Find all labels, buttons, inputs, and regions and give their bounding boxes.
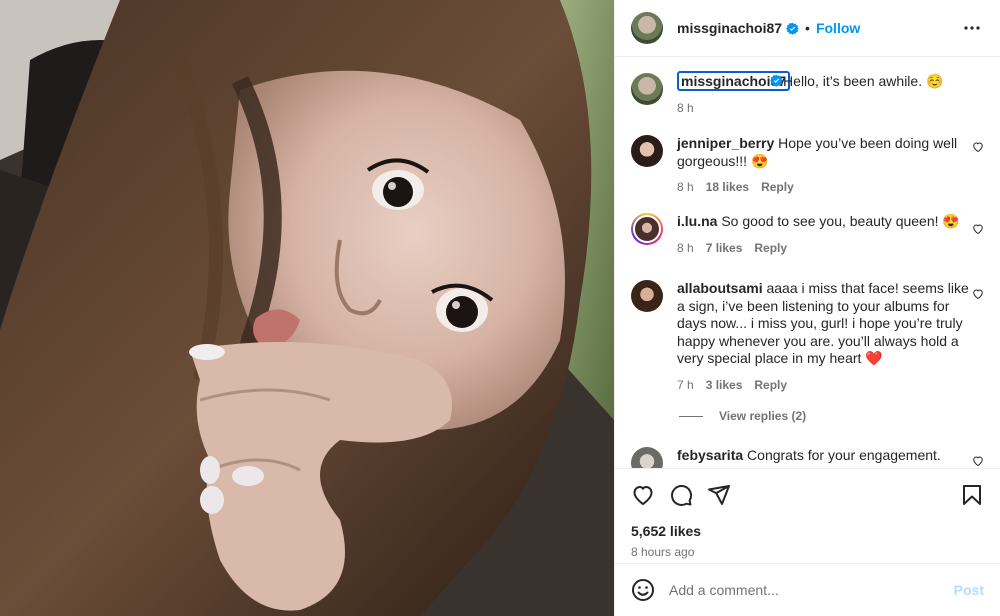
heart-icon[interactable] — [631, 483, 655, 507]
comment-icon[interactable] — [669, 483, 693, 507]
reply-button[interactable]: Reply — [761, 179, 794, 197]
comment-item: allaboutsami aaaa i miss that face! seem… — [631, 280, 984, 394]
separator-dot: • — [805, 20, 810, 36]
commenter-avatar[interactable] — [631, 447, 663, 468]
follow-button[interactable]: Follow — [816, 20, 860, 36]
comment-likes[interactable]: 18 likes — [706, 179, 749, 197]
author-username[interactable]: missginachoi87 — [677, 20, 782, 36]
view-replies-label: View replies (2) — [719, 409, 807, 423]
emoji-icon[interactable] — [631, 578, 655, 602]
comment-text: Congrats for your engagement. — [747, 447, 941, 463]
comment-username[interactable]: febysarita — [677, 447, 743, 463]
commenter-avatar[interactable] — [631, 135, 663, 167]
comment-username[interactable]: i.lu.na — [677, 213, 717, 229]
post-actions: 5,652 likes 8 hours ago — [615, 468, 1000, 559]
comment-time[interactable]: 8 h — [677, 179, 694, 197]
comment-time[interactable]: 8 h — [677, 240, 694, 258]
caption-text: Hello, it’s been awhile. ☺️ — [783, 73, 944, 89]
post-timestamp[interactable]: 8 hours ago — [631, 545, 984, 559]
share-icon[interactable] — [707, 483, 731, 507]
reply-button[interactable]: Reply — [754, 377, 787, 395]
caption-avatar[interactable] — [631, 73, 663, 105]
view-replies-line — [679, 415, 703, 417]
add-comment-bar: Post — [615, 563, 1000, 616]
heart-icon[interactable] — [972, 223, 984, 235]
comment-item: febysarita Congrats for your engagement. — [631, 447, 984, 468]
commenter-avatar[interactable] — [631, 280, 663, 312]
commenter-avatar[interactable] — [631, 213, 663, 245]
comment-likes[interactable]: 7 likes — [706, 240, 743, 258]
comment-username[interactable]: jenniper_berry — [677, 135, 774, 151]
verified-icon — [786, 22, 799, 35]
heart-icon[interactable] — [972, 141, 984, 153]
post-photo — [0, 0, 614, 616]
more-icon[interactable] — [960, 16, 984, 40]
caption-time[interactable]: 8 h — [677, 100, 694, 118]
bookmark-icon[interactable] — [960, 483, 984, 507]
comment-input[interactable] — [669, 582, 954, 598]
comment-item: i.lu.na So good to see you, beauty queen… — [631, 213, 984, 257]
comment-username[interactable]: allaboutsami — [677, 280, 763, 296]
comments-list[interactable]: missginachoi87 Hello, it’s been awhile. … — [615, 57, 1000, 468]
author-avatar[interactable] — [631, 12, 663, 44]
verified-icon — [770, 74, 783, 87]
post-header: missginachoi87 • Follow — [615, 0, 1000, 57]
heart-icon[interactable] — [972, 288, 984, 300]
comment-likes[interactable]: 3 likes — [706, 377, 743, 395]
comment-text: So good to see you, beauty queen! 😍 — [721, 213, 960, 229]
view-replies-button[interactable]: View replies (2) — [679, 409, 806, 423]
post-caption: missginachoi87 Hello, it’s been awhile. … — [631, 71, 984, 118]
comment-item: jenniper_berry Hope you’ve been doing we… — [631, 135, 984, 197]
post-side-panel: missginachoi87 • Follow missginachoi87 H… — [614, 0, 1000, 616]
likes-count[interactable]: 5,652 likes — [631, 523, 984, 539]
comment-time[interactable]: 7 h — [677, 377, 694, 395]
post-comment-button[interactable]: Post — [954, 582, 984, 598]
heart-icon[interactable] — [972, 455, 984, 467]
reply-button[interactable]: Reply — [754, 240, 787, 258]
